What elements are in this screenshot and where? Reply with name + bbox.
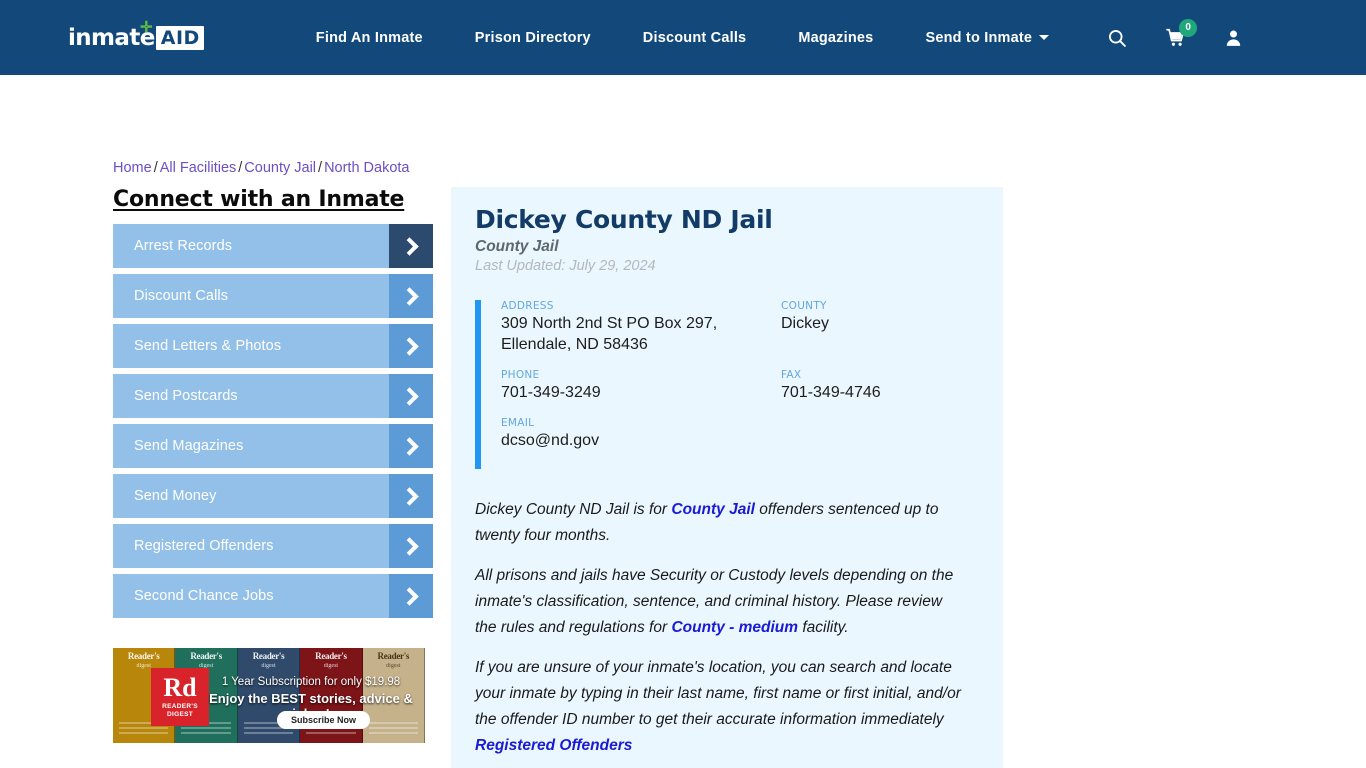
description-paragraph-3: If you are unsure of your inmate's locat… xyxy=(475,655,967,759)
sidebar-item-label: Second Chance Jobs xyxy=(134,588,274,604)
detail-email: EMAIL dcso@nd.gov xyxy=(501,417,781,451)
facility-type: County Jail xyxy=(475,238,559,255)
sidebar-item-label: Send Letters & Photos xyxy=(134,338,282,354)
breadcrumb-separator: / xyxy=(153,160,158,176)
sidebar-item-second-chance-jobs[interactable]: Second Chance Jobs xyxy=(113,574,433,618)
chevron-right-icon xyxy=(389,224,433,268)
sidebar-item-send-magazines[interactable]: Send Magazines xyxy=(113,424,433,468)
ad-cover-title: Reader's xyxy=(190,651,222,661)
detail-address: ADDRESS 309 North 2nd St PO Box 297, Ell… xyxy=(501,300,781,355)
sidebar-heading: Connect with an Inmate xyxy=(113,187,405,212)
detail-value[interactable]: dcso@nd.gov xyxy=(501,430,781,451)
detail-value: 701-349-4746 xyxy=(781,384,881,401)
detail-fax: FAX 701-349-4746 xyxy=(781,369,979,403)
main-navigation: Find An Inmate Prison Directory Discount… xyxy=(290,30,1075,46)
breadcrumb-item-north-dakota[interactable]: North Dakota xyxy=(324,160,409,176)
detail-label: PHONE xyxy=(501,369,540,381)
chevron-right-icon xyxy=(389,424,433,468)
sidebar-item-label: Send Magazines xyxy=(134,438,244,454)
ad-cover-title: Reader's xyxy=(315,651,347,661)
cart-icon[interactable]: 0 xyxy=(1165,18,1198,48)
ad-cover-subtitle: digest xyxy=(323,663,339,669)
facility-info-card: Dickey County ND Jail County Jail Last U… xyxy=(451,187,1003,768)
sidebar-item-send-letters-photos[interactable]: Send Letters & Photos xyxy=(113,324,433,368)
ad-cover-lines xyxy=(368,722,419,737)
chevron-right-icon xyxy=(389,574,433,618)
chevron-right-icon xyxy=(389,324,433,368)
chevron-right-icon xyxy=(389,474,433,518)
detail-value[interactable]: 701-349-3249 xyxy=(501,382,781,403)
facility-details-block: ADDRESS 309 North 2nd St PO Box 297, Ell… xyxy=(475,300,979,473)
facility-description: Dickey County ND Jail is for County Jail… xyxy=(475,497,979,759)
description-paragraph-2: All prisons and jails have Security or C… xyxy=(475,563,967,641)
logo-plus-icon: ✛ xyxy=(140,18,153,36)
accent-bar xyxy=(475,300,481,469)
facility-details-grid: ADDRESS 309 North 2nd St PO Box 297, Ell… xyxy=(501,300,979,465)
sidebar-item-label: Arrest Records xyxy=(134,238,233,254)
breadcrumb-item-home[interactable]: Home xyxy=(113,160,152,176)
link-county-jail[interactable]: County Jail xyxy=(671,501,755,518)
ad-logo-text: Rd xyxy=(163,672,197,702)
detail-value: Dickey xyxy=(781,315,830,332)
last-updated-text: Last Updated: July 29, 2024 xyxy=(475,258,656,274)
ad-cover-title: Reader's xyxy=(252,651,285,661)
cart-count-badge: 0 xyxy=(1179,18,1198,37)
ad-cover-title: Reader's xyxy=(127,651,160,661)
detail-county: COUNTY Dickey xyxy=(781,300,979,355)
detail-label: FAX xyxy=(781,369,802,381)
page-title: Dickey County ND Jail xyxy=(475,205,773,234)
nav-item-send-to-inmate[interactable]: Send to Inmate xyxy=(899,30,1075,46)
ad-headline: 1 Year Subscription for only $19.98 xyxy=(221,676,401,688)
description-paragraph-1: Dickey County ND Jail is for County Jail… xyxy=(475,497,967,549)
nav-item-discount-calls[interactable]: Discount Calls xyxy=(617,30,773,46)
sidebar-item-send-money[interactable]: Send Money xyxy=(113,474,433,518)
detail-label: ADDRESS xyxy=(501,300,554,312)
chevron-right-icon xyxy=(389,374,433,418)
detail-label: COUNTY xyxy=(781,300,827,312)
link-county-medium[interactable]: County - medium xyxy=(671,619,798,636)
advertisement-banner[interactable]: Reader's digest Reader's digest Reader's… xyxy=(113,648,425,743)
detail-label: EMAIL xyxy=(501,417,535,429)
nav-item-magazines[interactable]: Magazines xyxy=(772,30,899,46)
header-icon-group: 0 xyxy=(1107,18,1243,48)
ad-subscribe-button[interactable]: Subscribe Now xyxy=(277,711,371,729)
site-logo[interactable]: inmate ✛ AID xyxy=(68,18,204,53)
ad-cover-subtitle: digest xyxy=(261,663,276,669)
sidebar-item-label: Discount Calls xyxy=(134,288,229,304)
sidebar: Connect with an Inmate Arrest Records Di… xyxy=(113,187,433,624)
nav-item-prison-directory[interactable]: Prison Directory xyxy=(449,30,617,46)
readers-digest-logo: Rd READER'S DIGEST xyxy=(151,668,209,726)
sidebar-item-discount-calls[interactable]: Discount Calls xyxy=(113,274,433,318)
paragraph-text: If you are unsure of your inmate's locat… xyxy=(475,659,961,728)
site-header: inmate ✛ AID Find An Inmate Prison Direc… xyxy=(0,0,1366,75)
breadcrumb-item-all-facilities[interactable]: All Facilities xyxy=(160,160,237,176)
ad-cover-subtitle: digest xyxy=(386,663,401,669)
detail-value: 309 North 2nd St PO Box 297, Ellendale, … xyxy=(501,315,718,353)
detail-spacer xyxy=(781,417,979,465)
sidebar-item-registered-offenders[interactable]: Registered Offenders xyxy=(113,524,433,568)
sidebar-item-send-postcards[interactable]: Send Postcards xyxy=(113,374,433,418)
logo-aid-badge: AID xyxy=(155,25,204,50)
sidebar-item-label: Send Postcards xyxy=(134,388,238,404)
paragraph-text: facility. xyxy=(798,619,849,636)
user-account-icon[interactable] xyxy=(1224,28,1243,48)
nav-item-send-to-inmate-label: Send to Inmate xyxy=(925,29,1033,46)
sidebar-item-label: Registered Offenders xyxy=(134,538,274,554)
breadcrumb-item-county-jail[interactable]: County Jail xyxy=(244,160,316,176)
ad-logo-subtext: READER'S DIGEST xyxy=(162,702,198,718)
chevron-right-icon xyxy=(389,274,433,318)
detail-phone: PHONE 701-349-3249 xyxy=(501,369,781,403)
sidebar-item-arrest-records[interactable]: Arrest Records xyxy=(113,224,433,268)
breadcrumb: Home / All Facilities / County Jail / North Da… xyxy=(113,160,410,176)
chevron-right-icon xyxy=(389,524,433,568)
paragraph-text: Dickey County ND Jail is for xyxy=(475,501,672,518)
sidebar-item-label: Send Money xyxy=(134,488,217,504)
ad-cover-title: Reader's xyxy=(377,651,410,661)
breadcrumb-separator: / xyxy=(318,160,323,176)
link-registered-offenders[interactable]: Registered Offenders xyxy=(475,737,632,754)
nav-item-find-an-inmate[interactable]: Find An Inmate xyxy=(290,30,449,46)
search-icon[interactable] xyxy=(1107,28,1127,48)
chevron-down-icon xyxy=(1039,35,1050,40)
